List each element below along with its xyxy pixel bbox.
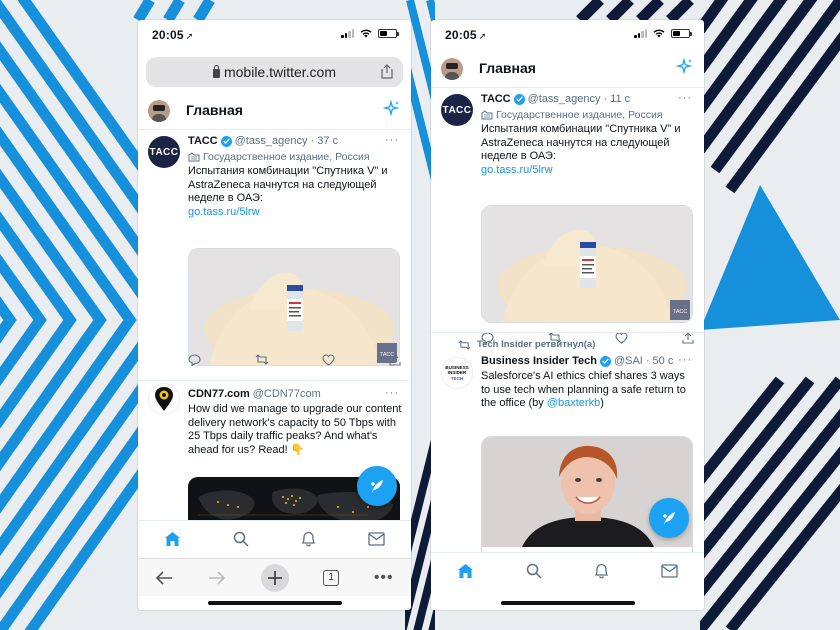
tweet-image-vaccine[interactable]: ТАСС [481, 205, 693, 323]
flag-icon [188, 151, 200, 161]
tass-avatar[interactable]: ТАСС [441, 94, 473, 126]
url-bar[interactable]: mobile.twitter.com [146, 57, 403, 87]
signal-icon [634, 29, 647, 38]
state-media-label[interactable]: Государственное издание, Россия [496, 109, 663, 121]
messages-icon[interactable] [661, 563, 678, 578]
tweet-author-handle[interactable]: @tass_agency [235, 135, 308, 147]
profile-avatar[interactable] [441, 58, 463, 80]
sparkle-icon[interactable] [383, 100, 401, 118]
feather-icon [663, 512, 675, 524]
battery-icon [671, 29, 692, 38]
signal-icon [341, 29, 354, 38]
new-tab-button[interactable] [260, 563, 289, 592]
flag-icon [481, 109, 493, 119]
vaccine-vial-image: ТАСС [189, 249, 399, 365]
verified-icon [599, 355, 611, 367]
tass-watermark: ТАСС [673, 309, 688, 315]
tweet-author-name[interactable]: Business Insider Tech [481, 355, 597, 367]
tweet-text: How did we manage to upgrade our content… [188, 403, 402, 456]
search-icon[interactable] [233, 531, 249, 547]
tweet-author-name[interactable]: CDN77.com [188, 388, 250, 400]
tweet-author-handle[interactable]: @SAI [614, 355, 643, 367]
tweet-actions [188, 354, 401, 368]
twitter-tab-bar [431, 552, 704, 588]
compose-tweet-button[interactable] [357, 466, 397, 506]
search-icon[interactable] [526, 563, 542, 579]
more-icon[interactable]: ··· [385, 387, 399, 399]
tweet-age[interactable]: 11 с [610, 93, 630, 105]
status-time: 20:05 ➚ [445, 28, 487, 42]
url-text: mobile.twitter.com [223, 64, 337, 80]
phone-right-app: 20:05 ➚ Главная ТАСС ТАСС @tass_agency · … [431, 20, 704, 610]
share-icon[interactable] [381, 64, 393, 79]
phone-left-safari: 20:05 ➚ mobile.twitter.com Главная ТАСС Т… [138, 20, 411, 610]
status-bar: 20:05 ➚ [138, 20, 411, 48]
home-icon[interactable] [164, 531, 181, 547]
business-insider-avatar[interactable]: BUSINESS INSIDER TECH [441, 357, 473, 389]
cdn77-avatar[interactable] [148, 383, 180, 415]
verified-icon [220, 135, 232, 147]
tweet-mention[interactable]: @baxterkb [547, 397, 600, 409]
notifications-icon[interactable] [594, 563, 609, 579]
wifi-icon [653, 29, 665, 38]
like-icon[interactable] [322, 354, 335, 368]
tweet-link[interactable]: go.tass.ru/5lrw [481, 164, 553, 176]
verified-icon [513, 93, 525, 105]
tass-avatar[interactable]: ТАСС [148, 136, 180, 168]
notifications-icon[interactable] [301, 531, 316, 547]
tweet-text: Испытания комбинации "Спутника V" и Astr… [188, 165, 388, 204]
tweet-tass[interactable]: ТАСС ТАСС @tass_agency · 37 с ··· Госуда… [138, 134, 411, 374]
tweet-author-handle[interactable]: @CDN77com [253, 388, 321, 400]
lock-icon [212, 64, 220, 78]
tweet-link[interactable]: go.tass.ru/5lrw [188, 206, 260, 218]
more-icon[interactable]: ··· [385, 134, 399, 146]
back-icon[interactable] [155, 570, 173, 585]
tweet-age[interactable]: 37 с [317, 135, 338, 147]
tweet-author-name[interactable]: ТАСС [481, 93, 511, 105]
more-icon[interactable]: ··· [678, 92, 692, 104]
home-icon[interactable] [457, 563, 474, 579]
tweet-tass[interactable]: ТАСС ТАСС @tass_agency · 11 с ··· Госуда… [431, 92, 704, 344]
profile-avatar[interactable] [148, 100, 170, 122]
tabs-button[interactable]: 1 [323, 569, 340, 586]
reply-icon[interactable] [188, 354, 201, 368]
home-indicator [207, 601, 342, 605]
sparkle-icon[interactable] [676, 58, 694, 76]
more-options-icon[interactable]: ••• [374, 569, 394, 587]
vaccine-vial-image: ТАСС [482, 206, 692, 322]
messages-icon[interactable] [368, 531, 385, 546]
forward-icon[interactable] [208, 570, 226, 585]
timeline-header: Главная [138, 92, 411, 130]
more-icon[interactable]: ··· [678, 354, 692, 366]
battery-icon [378, 29, 399, 38]
plus-icon [267, 570, 282, 585]
tweet-text: Испытания комбинации "Спутника V" и Astr… [481, 123, 681, 162]
background-pattern [0, 0, 840, 630]
tweet-author-handle[interactable]: @tass_agency [528, 93, 601, 105]
page-title: Главная [186, 102, 243, 118]
page-title: Главная [479, 60, 536, 76]
compose-tweet-button[interactable] [649, 498, 689, 538]
wifi-icon [360, 29, 372, 38]
retweet-context[interactable]: Tech Insider ретвитнул(а) [458, 339, 595, 350]
tweet-image-vaccine[interactable]: ТАСС [188, 248, 400, 366]
tweet-age[interactable]: 50 с [653, 355, 674, 367]
twitter-tab-bar [138, 520, 411, 556]
retweet-icon[interactable] [255, 354, 269, 368]
share-tweet-icon[interactable] [389, 354, 401, 368]
status-time: 20:05 ➚ [152, 28, 194, 42]
timeline-header: Главная [431, 50, 704, 88]
state-media-label[interactable]: Государственное издание, Россия [203, 151, 370, 163]
retweet-context-icon [458, 339, 471, 350]
tweet-author-name[interactable]: ТАСС [188, 135, 218, 147]
tweet-cdn77[interactable]: CDN77.com @CDN77com ··· How did we manag… [138, 380, 411, 547]
status-bar: 20:05 ➚ [431, 20, 704, 48]
safari-toolbar: 1 ••• [138, 558, 411, 596]
home-indicator [500, 601, 635, 605]
feather-icon [371, 480, 383, 492]
